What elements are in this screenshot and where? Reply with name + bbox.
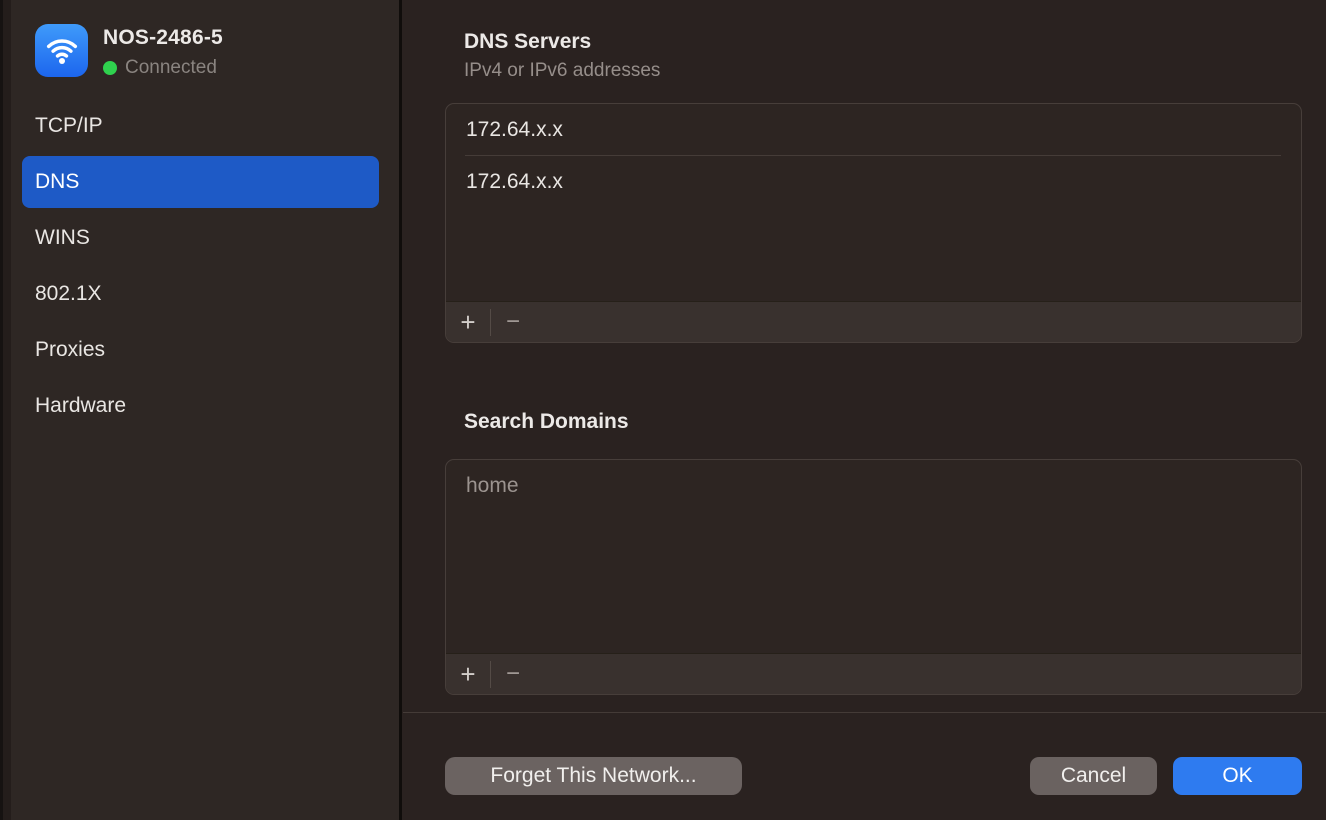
status-label: Connected	[125, 57, 217, 79]
connection-status: Connected	[103, 57, 223, 79]
connection-header: NOS-2486-5 Connected	[35, 24, 223, 79]
cancel-button[interactable]: Cancel	[1030, 757, 1157, 795]
dns-servers-header: DNS Servers IPv4 or IPv6 addresses	[464, 30, 660, 82]
status-dot-icon	[103, 61, 117, 75]
sidebar: NOS-2486-5 Connected TCP/IP DNS WINS 802…	[0, 0, 402, 820]
sidebar-item-proxies[interactable]: Proxies	[22, 324, 379, 376]
remove-search-domain-button[interactable]: −	[491, 654, 535, 695]
forget-network-button[interactable]: Forget This Network...	[445, 757, 742, 795]
search-domains-header: Search Domains	[464, 410, 629, 434]
network-name: NOS-2486-5	[103, 26, 223, 50]
wifi-network-details-dialog: NOS-2486-5 Connected TCP/IP DNS WINS 802…	[0, 0, 1326, 820]
dns-servers-subtitle: IPv4 or IPv6 addresses	[464, 60, 660, 82]
dns-servers-list: 172.64.x.x 172.64.x.x + −	[445, 103, 1302, 343]
wifi-icon	[35, 24, 88, 77]
sidebar-item-tcpip[interactable]: TCP/IP	[22, 100, 379, 152]
add-search-domain-button[interactable]: +	[446, 654, 490, 695]
dns-server-entry[interactable]: 172.64.x.x	[446, 156, 1301, 207]
sidebar-item-hardware[interactable]: Hardware	[22, 380, 379, 432]
dns-settings-panel: DNS Servers IPv4 or IPv6 addresses 172.6…	[403, 0, 1326, 820]
search-domains-list: home + −	[445, 459, 1302, 695]
sidebar-nav: TCP/IP DNS WINS 802.1X Proxies Hardware	[22, 100, 379, 436]
search-domain-entry[interactable]: home	[446, 460, 1301, 511]
search-domains-title: Search Domains	[464, 410, 629, 434]
ok-button[interactable]: OK	[1173, 757, 1302, 795]
search-domains-toolbar: + −	[446, 653, 1301, 694]
dns-servers-toolbar: + −	[446, 301, 1301, 342]
footer-divider	[403, 712, 1326, 713]
sidebar-item-dns[interactable]: DNS	[22, 156, 379, 208]
sidebar-item-8021x[interactable]: 802.1X	[22, 268, 379, 320]
connection-text: NOS-2486-5 Connected	[103, 24, 223, 79]
add-dns-server-button[interactable]: +	[446, 302, 490, 343]
dns-servers-title: DNS Servers	[464, 30, 660, 54]
dns-server-entry[interactable]: 172.64.x.x	[446, 104, 1301, 155]
sidebar-item-wins[interactable]: WINS	[22, 212, 379, 264]
remove-dns-server-button[interactable]: −	[491, 302, 535, 343]
